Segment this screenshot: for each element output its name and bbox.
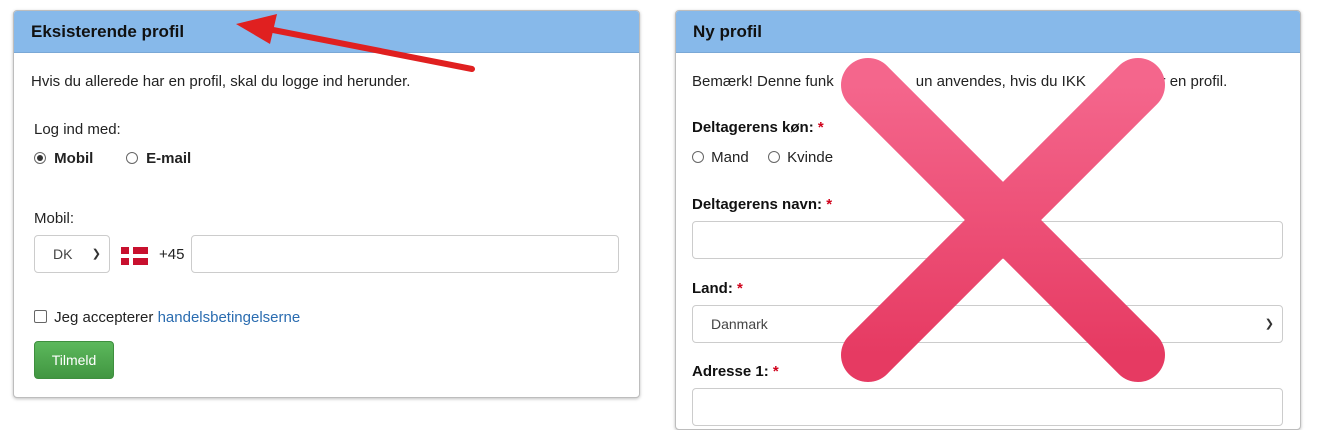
annotation-overlay [236, 14, 1165, 382]
red-x-annotation [841, 58, 1165, 382]
arrow-annotation [236, 14, 475, 72]
